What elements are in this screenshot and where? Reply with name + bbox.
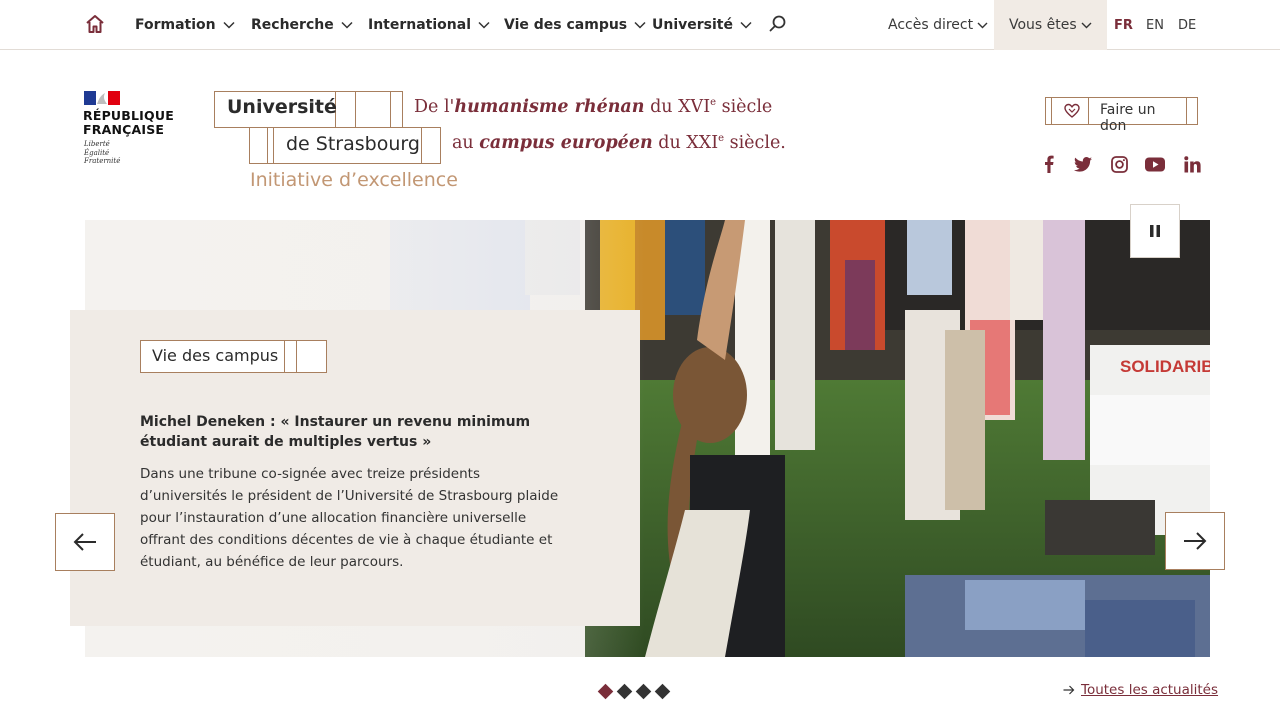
chevron-down-icon — [341, 21, 353, 29]
home-icon[interactable] — [84, 13, 106, 35]
chevron-down-icon — [478, 21, 490, 29]
category-tag[interactable]: Vie des campus — [140, 340, 327, 373]
previous-slide-button[interactable] — [55, 513, 115, 571]
slide-dot[interactable] — [597, 683, 614, 700]
youtube-icon[interactable] — [1145, 154, 1165, 174]
hero-card: Vie des campus Michel Deneken : « Instau… — [70, 310, 640, 626]
logo-line-1: Université — [227, 96, 337, 118]
twitter-icon[interactable] — [1073, 154, 1093, 174]
top-navigation: Formation Recherche International Vie de… — [0, 0, 1280, 50]
nav-item-recherche[interactable]: Recherche — [251, 0, 353, 50]
vous-etes-menu[interactable]: Vous êtes — [994, 0, 1107, 50]
hero-card-text: Dans une tribune co-signée avec treize p… — [140, 466, 559, 570]
chevron-down-icon — [740, 21, 752, 29]
nav-item-label: Formation — [135, 17, 216, 33]
instagram-icon[interactable] — [1109, 154, 1129, 174]
arrow-right-icon — [1184, 532, 1207, 550]
arrow-right-icon — [1063, 685, 1075, 695]
chevron-down-icon — [223, 21, 235, 29]
marianne-logo — [84, 91, 120, 105]
slide-dot[interactable] — [616, 683, 633, 700]
tagline-line-2: au campus européen du XXIe siècle. — [452, 133, 786, 153]
toutes-les-actualites-link[interactable]: Toutes les actualités — [1063, 682, 1218, 698]
linkedin-icon[interactable] — [1182, 154, 1202, 174]
tagline-line-1: De l'humanisme rhénan du XVIe siècle — [414, 97, 773, 117]
republique-motto: Liberté Égalité Fraternité — [84, 140, 121, 165]
toutes-les-actualites-label: Toutes les actualités — [1081, 682, 1219, 698]
nav-item-label: International — [368, 17, 472, 33]
lang-de[interactable]: DE — [1178, 0, 1196, 50]
heart-icon — [1064, 103, 1080, 118]
nav-item-universite[interactable]: Université — [652, 0, 752, 50]
nav-item-international[interactable]: International — [368, 0, 490, 50]
next-slide-button[interactable] — [1165, 512, 1225, 570]
nav-item-label: Recherche — [251, 17, 334, 33]
faire-un-don-button[interactable]: Faire un don — [1045, 97, 1198, 134]
pause-button[interactable] — [1130, 204, 1180, 258]
acces-direct-menu[interactable]: Accès direct — [888, 0, 988, 50]
acces-direct-label: Accès direct — [888, 17, 974, 33]
pause-icon — [1150, 225, 1160, 237]
lang-en[interactable]: EN — [1146, 0, 1164, 50]
slide-dot[interactable] — [654, 683, 671, 700]
nav-item-formation[interactable]: Formation — [135, 0, 235, 50]
logo-line-2: de Strasbourg — [286, 133, 420, 155]
nav-item-label: Vie des campus — [504, 17, 628, 33]
hero-card-title[interactable]: Michel Deneken : « Instaurer un revenu m… — [140, 412, 580, 452]
arrow-left-icon — [73, 533, 96, 551]
initiative-excellence: Initiative d’excellence — [250, 169, 458, 191]
van-sign-text: SOLIDARIB — [1120, 357, 1210, 376]
nav-item-label: Université — [652, 17, 733, 33]
search-icon[interactable] — [768, 14, 788, 34]
chevron-down-icon — [1081, 22, 1092, 28]
chevron-down-icon — [634, 21, 646, 29]
faire-un-don-label: Faire un don — [1100, 102, 1156, 134]
lang-fr[interactable]: FR — [1114, 0, 1133, 50]
category-label: Vie des campus — [152, 346, 279, 365]
chevron-down-icon — [977, 22, 988, 28]
slide-dot[interactable] — [635, 683, 652, 700]
vous-etes-label: Vous êtes — [1009, 17, 1077, 33]
nav-item-vie-des-campus[interactable]: Vie des campus — [504, 0, 646, 50]
facebook-icon[interactable] — [1039, 154, 1059, 174]
republique-francaise-title: RÉPUBLIQUE FRANÇAISE — [83, 108, 174, 137]
slider-pagination — [597, 683, 671, 700]
